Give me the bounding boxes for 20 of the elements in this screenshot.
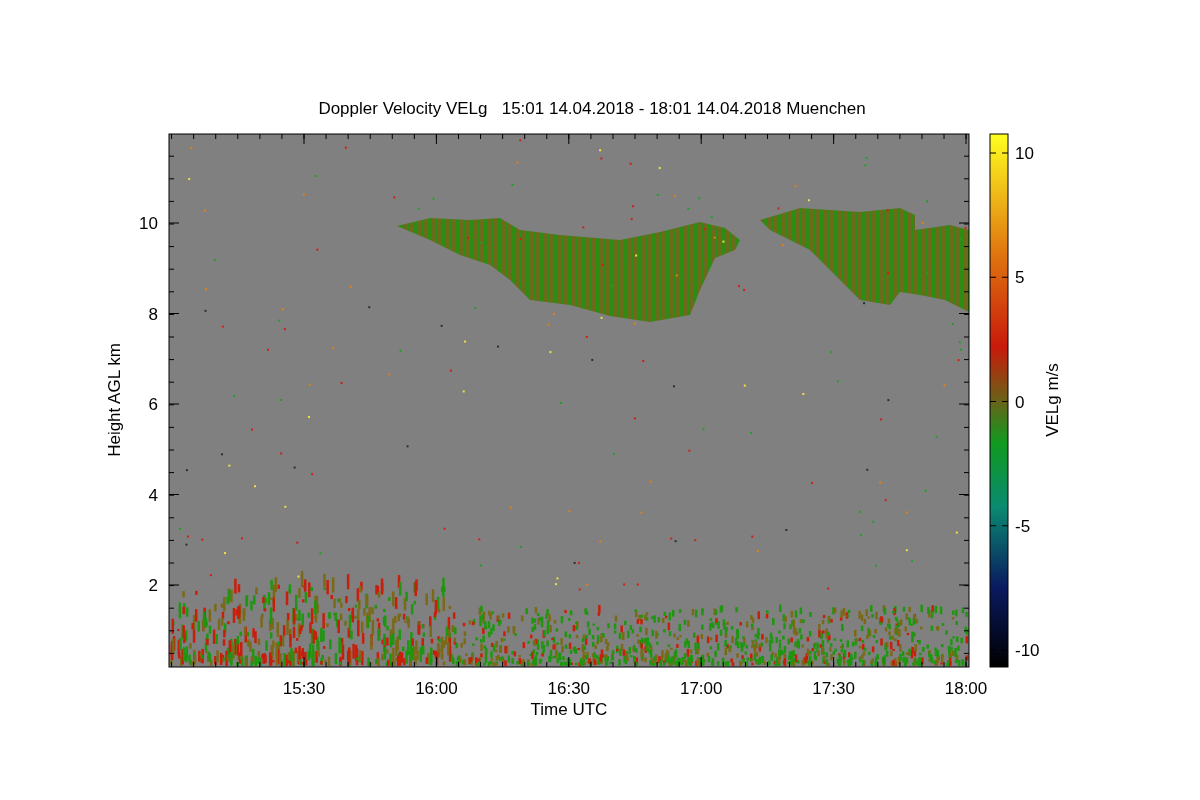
colorbar-tick-label: -10 — [1015, 641, 1040, 660]
y-tick-label: 2 — [148, 576, 158, 595]
y-tick-label: 4 — [148, 485, 158, 505]
y-axis-label: Height AGL km — [105, 343, 124, 457]
x-tick-label: 18:00 — [944, 679, 988, 698]
x-tick-label: 17:30 — [812, 679, 855, 698]
x-tick-label: 15:30 — [282, 679, 326, 698]
x-tick-label: 17:00 — [679, 679, 723, 698]
colorbar-tick-label: 0 — [1015, 392, 1025, 412]
colorbar-label: VELg m/s — [1043, 363, 1062, 437]
colorbar-tick-label: -5 — [1015, 516, 1031, 536]
plot-title: Doppler Velocity VELg 15:01 14.04.2018 - 18:01 14.04.2018 Muenchen — [318, 99, 866, 118]
y-tick-label: 8 — [148, 304, 158, 324]
y-tick-label: 10 — [139, 214, 158, 233]
colorbar-tick-label: 10 — [1015, 144, 1034, 163]
x-tick-label: 16:00 — [415, 679, 458, 698]
x-tick-label: 16:30 — [547, 679, 591, 698]
y-tick-label: 6 — [148, 395, 158, 414]
colorbar-tick-label: 5 — [1015, 268, 1025, 288]
x-axis-label: Time UTC — [530, 700, 608, 719]
